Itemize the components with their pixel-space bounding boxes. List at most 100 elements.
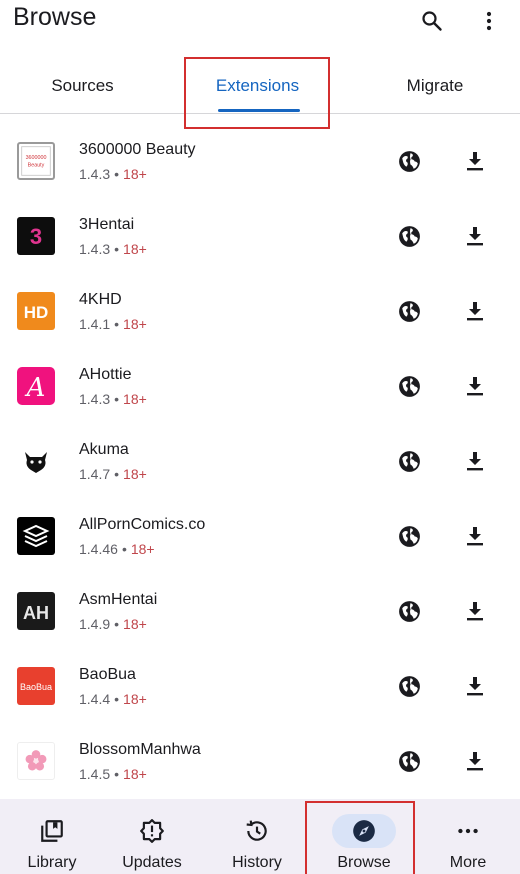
- overflow-menu-button[interactable]: [472, 6, 506, 36]
- extension-logo: AH: [17, 592, 55, 630]
- install-button[interactable]: [462, 673, 488, 699]
- meta-separator: •: [114, 616, 120, 632]
- list-item[interactable]: Akuma 1.4.7 • 18+: [0, 441, 520, 517]
- library-icon: [20, 814, 84, 848]
- more-vert-icon: [486, 11, 492, 31]
- list-item[interactable]: A AHottie 1.4.3 • 18+: [0, 366, 520, 442]
- browse-icon: [332, 814, 396, 848]
- nav-updates-label: Updates: [122, 854, 182, 871]
- webview-button[interactable]: [396, 373, 422, 399]
- extension-logo: 3: [17, 217, 55, 255]
- nav-browse[interactable]: Browse: [312, 799, 416, 874]
- install-button[interactable]: [462, 448, 488, 474]
- extension-version: 1.4.1: [79, 316, 111, 332]
- extension-meta: 1.4.4 • 18+: [79, 691, 147, 707]
- install-button[interactable]: [462, 523, 488, 549]
- extension-version: 1.4.9: [79, 616, 111, 632]
- nav-browse-label: Browse: [337, 854, 391, 871]
- webview-button[interactable]: [396, 298, 422, 324]
- list-item[interactable]: HD 4KHD 1.4.1 • 18+: [0, 291, 520, 367]
- webview-button[interactable]: [396, 673, 422, 699]
- globe-icon: [398, 375, 420, 397]
- bottom-navigation: Library Updates History Browse More: [0, 799, 520, 874]
- nav-library-label: Library: [27, 854, 77, 871]
- svg-text:A: A: [25, 373, 46, 403]
- list-item[interactable]: BaoBua BaoBua 1.4.4 • 18+: [0, 666, 520, 742]
- download-icon: [467, 377, 483, 396]
- search-button[interactable]: [415, 6, 449, 36]
- webview-button[interactable]: [396, 748, 422, 774]
- extension-meta: 1.4.5 • 18+: [79, 766, 147, 782]
- top-app-bar: Browse: [0, 0, 520, 44]
- meta-separator: •: [114, 391, 120, 407]
- globe-icon: [398, 675, 420, 697]
- install-button[interactable]: [462, 298, 488, 324]
- nsfw-tag: 18+: [123, 391, 147, 407]
- meta-separator: •: [114, 166, 120, 182]
- webview-button[interactable]: [396, 448, 422, 474]
- meta-separator: •: [114, 316, 120, 332]
- svg-text:AH: AH: [23, 603, 49, 623]
- globe-icon: [398, 450, 420, 472]
- meta-separator: •: [114, 466, 120, 482]
- extension-version: 1.4.46: [79, 541, 118, 557]
- tab-extensions[interactable]: Extensions: [185, 58, 330, 114]
- more-horiz-icon: [436, 814, 500, 848]
- tab-indicator: [218, 109, 300, 112]
- install-button[interactable]: [462, 148, 488, 174]
- extension-version: 1.4.4: [79, 691, 111, 707]
- webview-button[interactable]: [396, 223, 422, 249]
- globe-icon: [398, 300, 420, 322]
- extension-name: 3Hentai: [79, 216, 135, 233]
- nav-more[interactable]: More: [416, 799, 520, 874]
- nav-more-label: More: [449, 854, 487, 871]
- tab-migrate[interactable]: Migrate: [350, 58, 520, 114]
- list-item[interactable]: 3 3Hentai 1.4.3 • 18+: [0, 216, 520, 292]
- extension-name: AllPornComics.co: [79, 516, 206, 533]
- extension-meta: 1.4.3 • 18+: [79, 166, 147, 182]
- nav-history-label: History: [232, 854, 282, 871]
- list-item[interactable]: AH AsmHentai 1.4.9 • 18+: [0, 591, 520, 667]
- nsfw-tag: 18+: [123, 766, 147, 782]
- extension-name: AHottie: [79, 366, 132, 383]
- webview-button[interactable]: [396, 148, 422, 174]
- nav-history[interactable]: History: [205, 799, 309, 874]
- meta-separator: •: [114, 691, 120, 707]
- extension-logo: [17, 742, 55, 780]
- extension-name: 4KHD: [79, 291, 122, 308]
- nsfw-tag: 18+: [130, 541, 155, 557]
- list-item[interactable]: 3600000 Beauty 3600000 Beauty 1.4.3 • 18+: [0, 141, 520, 217]
- meta-separator: •: [114, 241, 120, 257]
- nav-updates[interactable]: Updates: [100, 799, 204, 874]
- download-icon: [467, 452, 483, 471]
- page-title: Browse: [13, 3, 97, 31]
- search-icon: [422, 11, 442, 31]
- list-item[interactable]: AllPornComics.co 1.4.46 • 18+: [0, 516, 520, 592]
- tab-sources[interactable]: Sources: [0, 58, 165, 114]
- webview-button[interactable]: [396, 598, 422, 624]
- globe-icon: [398, 525, 420, 547]
- nsfw-tag: 18+: [123, 316, 147, 332]
- download-icon: [467, 752, 483, 771]
- download-icon: [467, 677, 483, 696]
- extension-version: 1.4.3: [79, 391, 111, 407]
- install-button[interactable]: [462, 223, 488, 249]
- nsfw-tag: 18+: [123, 241, 147, 257]
- nsfw-tag: 18+: [123, 616, 147, 632]
- extension-meta: 1.4.9 • 18+: [79, 616, 147, 632]
- svg-text:HD: HD: [24, 303, 49, 322]
- install-button[interactable]: [462, 373, 488, 399]
- install-button[interactable]: [462, 598, 488, 624]
- nav-library[interactable]: Library: [0, 799, 104, 874]
- download-icon: [467, 227, 483, 246]
- history-icon: [225, 814, 289, 848]
- install-button[interactable]: [462, 748, 488, 774]
- extension-logo: HD: [17, 292, 55, 330]
- webview-button[interactable]: [396, 523, 422, 549]
- nsfw-tag: 18+: [123, 466, 147, 482]
- extension-name: 3600000 Beauty: [79, 141, 196, 158]
- download-icon: [467, 302, 483, 321]
- extension-name: AsmHentai: [79, 591, 158, 608]
- svg-text:3600000: 3600000: [26, 155, 47, 161]
- tab-bar: Sources Extensions Migrate: [0, 58, 520, 114]
